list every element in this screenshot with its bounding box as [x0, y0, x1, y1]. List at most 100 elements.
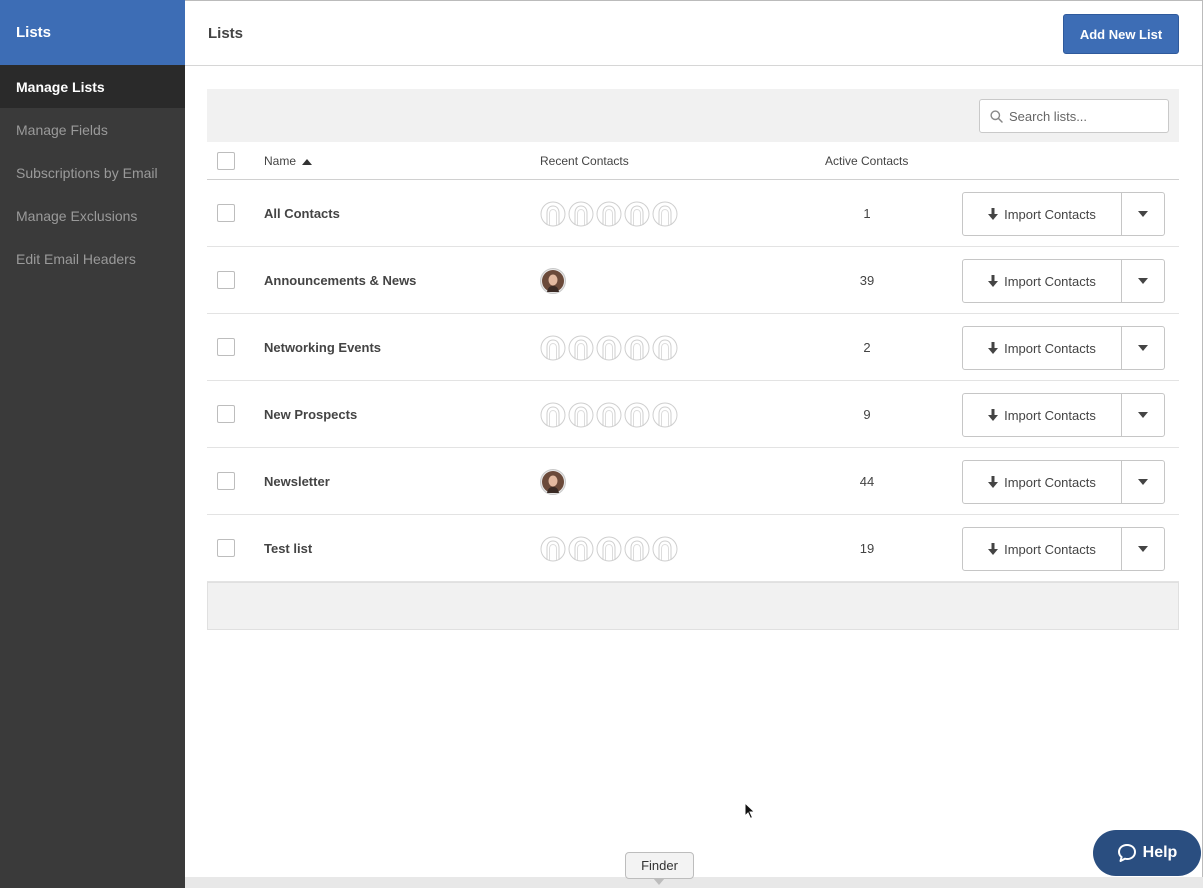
import-contacts-label: Import Contacts	[1004, 474, 1096, 490]
row-checkbox[interactable]	[217, 271, 235, 289]
import-options-dropdown[interactable]	[1122, 528, 1164, 570]
active-contacts-count: 2	[863, 340, 871, 355]
recent-contacts	[540, 536, 680, 562]
contact-placeholder-icon	[652, 201, 678, 227]
row-checkbox[interactable]	[217, 338, 235, 356]
import-contacts-split-button: Import Contacts	[962, 460, 1165, 504]
import-contacts-button[interactable]: Import Contacts	[963, 394, 1122, 436]
import-contacts-split-button: Import Contacts	[962, 527, 1165, 571]
contact-placeholder-icon	[568, 402, 594, 428]
sidebar-item-manage-lists[interactable]: Manage Lists	[0, 65, 185, 108]
sidebar-item-subscriptions-by-email[interactable]: Subscriptions by Email	[0, 151, 185, 194]
sidebar: Lists Manage Lists Manage Fields Subscri…	[0, 0, 185, 888]
import-contacts-button[interactable]: Import Contacts	[963, 461, 1122, 503]
sidebar-item-manage-fields[interactable]: Manage Fields	[0, 108, 185, 151]
import-contacts-split-button: Import Contacts	[962, 326, 1165, 370]
chevron-down-icon	[1138, 345, 1148, 351]
column-recent-contacts-header: Recent Contacts	[540, 154, 629, 168]
list-name-link[interactable]: Networking Events	[264, 340, 381, 355]
row-checkbox[interactable]	[217, 405, 235, 423]
download-arrow-icon	[988, 275, 999, 287]
search-box[interactable]	[979, 99, 1169, 133]
import-contacts-button[interactable]: Import Contacts	[963, 528, 1122, 570]
table-row: Newsletter 44 Import Contacts	[207, 448, 1179, 515]
recent-contacts	[540, 268, 568, 294]
contact-avatar	[540, 268, 566, 294]
contact-placeholder-icon	[596, 335, 622, 361]
table-row: New Prospects 9 Import Contacts	[207, 381, 1179, 448]
active-contacts-count: 39	[859, 273, 875, 288]
contact-placeholder-icon	[624, 201, 650, 227]
active-contacts-count: 9	[863, 407, 871, 422]
row-checkbox[interactable]	[217, 539, 235, 557]
list-name-link[interactable]: Test list	[264, 541, 312, 556]
search-input[interactable]	[1009, 108, 1159, 124]
column-name-header[interactable]: Name	[264, 154, 313, 168]
lists-panel: Name Recent Contacts Active Contacts All…	[207, 89, 1179, 630]
import-contacts-label: Import Contacts	[1004, 273, 1096, 289]
import-options-dropdown[interactable]	[1122, 394, 1164, 436]
import-contacts-split-button: Import Contacts	[962, 393, 1165, 437]
chevron-down-icon	[1138, 546, 1148, 552]
table-row: Announcements & News 39 Import Contacts	[207, 247, 1179, 314]
import-contacts-split-button: Import Contacts	[962, 259, 1165, 303]
contact-placeholder-icon	[568, 201, 594, 227]
import-options-dropdown[interactable]	[1122, 260, 1164, 302]
contact-placeholder-icon	[568, 335, 594, 361]
search-icon	[990, 109, 1003, 123]
import-contacts-split-button: Import Contacts	[962, 192, 1165, 236]
list-name-link[interactable]: New Prospects	[264, 407, 357, 422]
mouse-cursor-icon	[744, 802, 756, 820]
contact-placeholder-icon	[596, 402, 622, 428]
contact-placeholder-icon	[652, 335, 678, 361]
sidebar-header: Lists	[0, 0, 185, 65]
desktop-strip	[185, 877, 1203, 888]
import-contacts-button[interactable]: Import Contacts	[963, 193, 1122, 235]
contact-placeholder-icon	[540, 402, 566, 428]
contact-placeholder-icon	[624, 335, 650, 361]
list-name-link[interactable]: Newsletter	[264, 474, 330, 489]
page-title: Lists	[208, 25, 244, 42]
import-options-dropdown[interactable]	[1122, 327, 1164, 369]
table-header: Name Recent Contacts Active Contacts	[207, 142, 1179, 180]
chat-bubble-icon	[1117, 844, 1136, 862]
import-options-dropdown[interactable]	[1122, 461, 1164, 503]
active-contacts-count: 19	[859, 541, 875, 556]
help-button[interactable]: Help	[1093, 830, 1201, 876]
contact-placeholder-icon	[540, 536, 566, 562]
row-checkbox[interactable]	[217, 204, 235, 222]
list-name-link[interactable]: All Contacts	[264, 206, 340, 221]
panel-toolbar	[207, 89, 1179, 142]
contact-placeholder-icon	[652, 402, 678, 428]
column-name-label: Name	[264, 154, 297, 168]
sidebar-item-edit-email-headers[interactable]: Edit Email Headers	[0, 237, 185, 280]
download-arrow-icon	[988, 543, 999, 555]
finder-tooltip: Finder	[625, 852, 694, 885]
list-name-link[interactable]: Announcements & News	[264, 273, 416, 288]
table-row: Networking Events 2 Import Contacts	[207, 314, 1179, 381]
help-label: Help	[1142, 844, 1178, 861]
import-contacts-label: Import Contacts	[1004, 340, 1096, 356]
download-arrow-icon	[988, 476, 999, 488]
contact-placeholder-icon	[624, 402, 650, 428]
select-all-checkbox[interactable]	[217, 152, 235, 170]
recent-contacts	[540, 201, 680, 227]
recent-contacts	[540, 402, 680, 428]
table-body: All Contacts 1 Import Contacts Announcement…	[207, 180, 1179, 582]
contact-placeholder-icon	[624, 536, 650, 562]
import-contacts-button[interactable]: Import Contacts	[963, 260, 1122, 302]
row-checkbox[interactable]	[217, 472, 235, 490]
add-new-list-button[interactable]: Add New List	[1063, 14, 1179, 54]
sidebar-item-manage-exclusions[interactable]: Manage Exclusions	[0, 194, 185, 237]
top-bar: Lists Add New List	[185, 1, 1202, 66]
contact-avatar	[540, 469, 566, 495]
import-contacts-button[interactable]: Import Contacts	[963, 327, 1122, 369]
contact-placeholder-icon	[540, 201, 566, 227]
main-content: Lists Add New List Name Recent Contacts	[185, 0, 1203, 888]
contact-placeholder-icon	[568, 536, 594, 562]
recent-contacts	[540, 469, 568, 495]
table-row: Test list 19 Import Contacts	[207, 515, 1179, 582]
chevron-down-icon	[1138, 278, 1148, 284]
contact-placeholder-icon	[652, 536, 678, 562]
import-options-dropdown[interactable]	[1122, 193, 1164, 235]
